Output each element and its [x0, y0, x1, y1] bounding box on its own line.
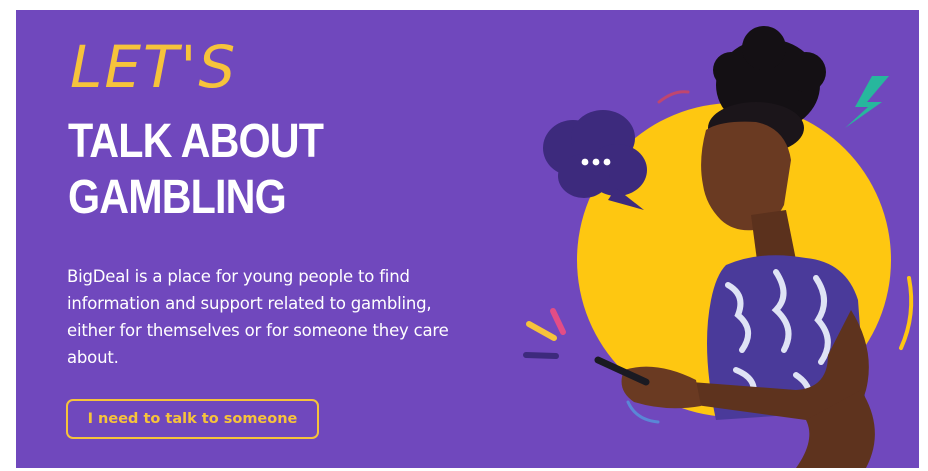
confetti-top-arc	[657, 90, 690, 104]
lightning-icon	[845, 76, 889, 128]
hero-illustration	[523, 26, 914, 468]
confetti-yellow	[526, 321, 557, 341]
confetti-pink	[550, 308, 566, 335]
confetti-purple	[523, 352, 559, 359]
confetti-arc-right	[899, 276, 914, 350]
hero-banner: LET'S TALK ABOUT GAMBLING BigDeal is a p…	[16, 10, 919, 468]
